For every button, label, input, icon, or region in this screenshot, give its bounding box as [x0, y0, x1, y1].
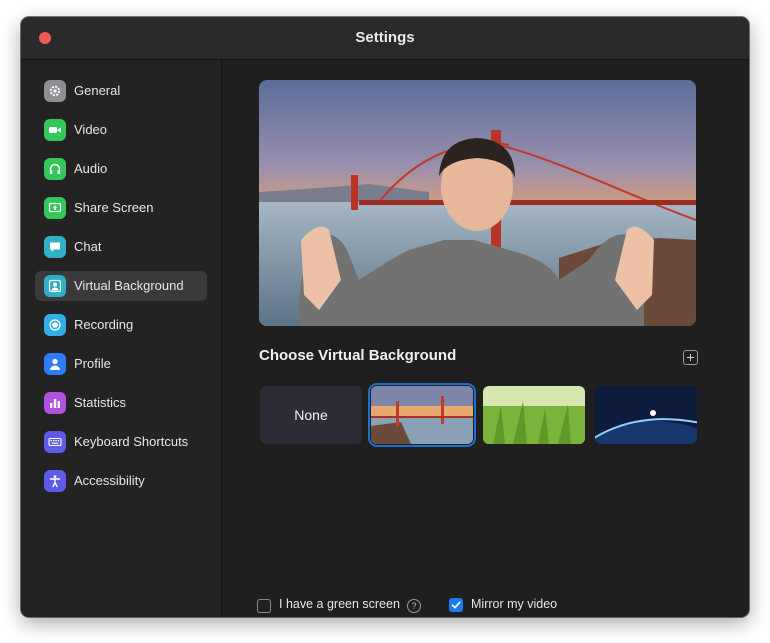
sidebar-item-label: Share Screen	[74, 200, 154, 215]
sidebar-item-profile[interactable]: Profile	[35, 349, 207, 379]
sidebar-item-recording[interactable]: Recording	[35, 310, 207, 340]
background-option-golden-gate[interactable]	[368, 383, 476, 447]
accessibility-icon	[44, 470, 66, 492]
mirror-video-checkbox[interactable]	[449, 598, 463, 612]
add-background-button[interactable]	[683, 350, 698, 365]
sidebar-item-accessibility[interactable]: Accessibility	[35, 466, 207, 496]
sidebar-item-video[interactable]: Video	[35, 115, 207, 145]
share-screen-icon	[44, 197, 66, 219]
sidebar-item-label: General	[74, 83, 121, 98]
record-icon	[44, 314, 66, 336]
sidebar-item-share-screen[interactable]: Share Screen	[35, 193, 207, 223]
sidebar-item-general[interactable]: General	[35, 76, 207, 106]
person-icon	[44, 353, 66, 375]
mirror-video-label: Mirror my video	[471, 597, 558, 611]
title-bar: Settings	[21, 17, 749, 60]
sidebar-item-label: Profile	[74, 356, 111, 371]
sidebar-item-label: Audio	[74, 161, 108, 176]
choose-background-heading: Choose Virtual Background	[259, 347, 457, 364]
video-camera-icon	[44, 119, 66, 141]
options-row: I have a green screen ? Mirror my video	[257, 597, 749, 617]
sidebar-item-label: Accessibility	[74, 473, 145, 488]
gear-icon	[44, 80, 66, 102]
settings-window: Settings General Video Audio Share Scree…	[21, 17, 749, 617]
sidebar-item-chat[interactable]: Chat	[35, 232, 207, 262]
green-screen-label: I have a green screen	[279, 597, 400, 611]
sidebar-item-audio[interactable]: Audio	[35, 154, 207, 184]
window-title: Settings	[355, 29, 415, 46]
settings-sidebar: General Video Audio Share Screen Chat Vi…	[21, 60, 222, 617]
video-preview	[259, 80, 696, 326]
sidebar-item-label: Video	[74, 122, 108, 137]
sidebar-item-statistics[interactable]: Statistics	[35, 388, 207, 418]
background-option-none[interactable]: None	[260, 386, 362, 444]
sidebar-item-label: Virtual Background	[74, 278, 184, 293]
help-icon[interactable]: ?	[407, 599, 421, 613]
sidebar-item-label: Statistics	[74, 395, 127, 410]
headphones-icon	[44, 158, 66, 180]
sidebar-item-label: Recording	[74, 317, 134, 332]
bar-chart-icon	[44, 392, 66, 414]
sidebar-item-keyboard-shortcuts[interactable]: Keyboard Shortcuts	[35, 427, 207, 457]
keyboard-icon	[44, 431, 66, 453]
person-portrait-icon	[44, 275, 66, 297]
sidebar-item-label: Keyboard Shortcuts	[74, 434, 189, 449]
main-panel: Choose Virtual Background None I have a …	[222, 60, 749, 617]
checkmark-icon	[451, 601, 461, 609]
sidebar-item-label: Chat	[74, 239, 102, 254]
background-option-earth[interactable]	[595, 386, 697, 444]
green-screen-checkbox[interactable]	[257, 599, 271, 613]
chat-bubble-icon	[44, 236, 66, 258]
sidebar-item-virtual-background[interactable]: Virtual Background	[35, 271, 207, 301]
background-option-grass[interactable]	[483, 386, 585, 444]
background-option-label: None	[294, 407, 328, 423]
